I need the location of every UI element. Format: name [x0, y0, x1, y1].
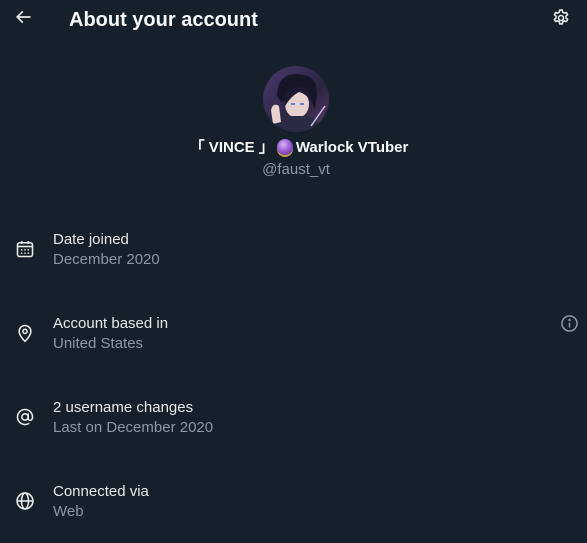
date-joined-row: Date joined December 2020 — [0, 230, 587, 282]
at-sign-icon — [14, 406, 36, 428]
avatar[interactable] — [263, 66, 329, 132]
detail-label: Account based in — [53, 315, 169, 332]
detail-label: Connected via — [53, 483, 149, 500]
location-pin-icon — [14, 322, 36, 344]
detail-value: December 2020 — [53, 251, 160, 268]
detail-value: Web — [53, 503, 84, 520]
page-title: About your account — [69, 9, 258, 31]
username-changes-row: 2 username changes Last on December 2020 — [0, 398, 587, 450]
arrow-left-icon — [13, 7, 33, 32]
detail-value: United States — [53, 335, 144, 352]
crystal-ball-icon — [276, 139, 293, 155]
username-handle: @faust_vt — [262, 161, 330, 178]
display-name-part: 「 VINCE 」 — [189, 139, 274, 156]
calendar-icon — [14, 238, 36, 260]
detail-label: Date joined — [53, 231, 129, 248]
header: About your account — [0, 0, 587, 40]
account-location-row: Account based in United States — [0, 314, 587, 366]
detail-label: 2 username changes — [53, 399, 194, 416]
connected-via-row: Connected via Web — [0, 482, 587, 534]
back-button[interactable] — [8, 4, 38, 34]
info-button[interactable] — [558, 315, 580, 337]
detail-value: Last on December 2020 — [53, 419, 214, 436]
display-name: 「 VINCE 」 Warlock VTuber — [0, 138, 587, 158]
globe-icon — [14, 490, 36, 512]
display-name-part: Warlock VTuber — [295, 139, 409, 156]
about-account-page: About your account 「 VINCE 」 Warlock VTu… — [0, 0, 587, 543]
settings-button[interactable] — [546, 5, 576, 35]
info-icon — [560, 314, 579, 338]
gear-icon — [551, 8, 571, 33]
